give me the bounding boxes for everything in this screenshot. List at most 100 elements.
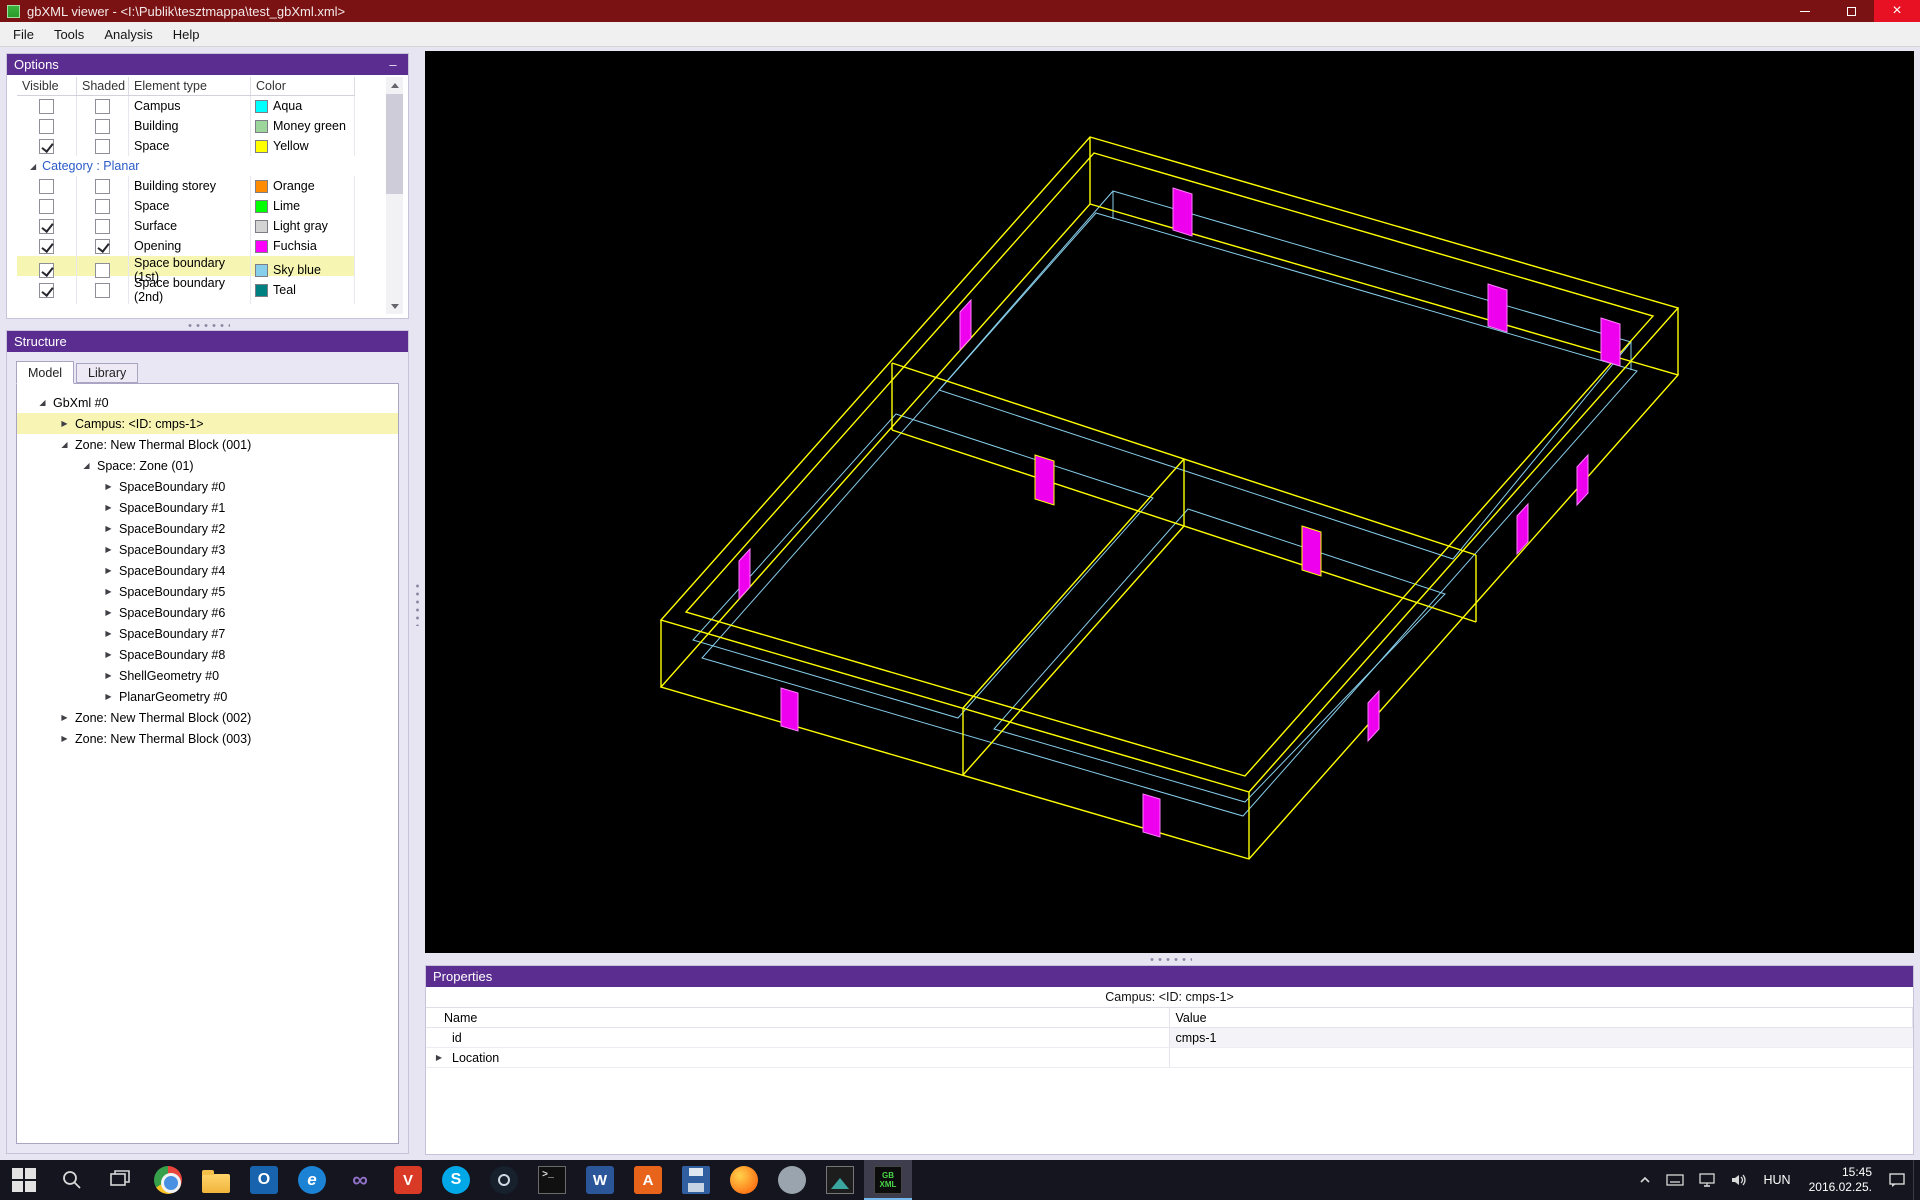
tree-item[interactable]: ▶ PlanarGeometry #0 [17,686,398,707]
options-row[interactable]: Space Yellow [17,136,355,156]
tree-item[interactable]: ▶ SpaceBoundary #4 [17,560,398,581]
menu-item-analysis[interactable]: Analysis [94,22,162,46]
volume-button[interactable] [1723,1160,1755,1200]
tray-overflow-button[interactable] [1631,1160,1659,1200]
visible-checkbox[interactable] [39,282,54,298]
shaded-checkbox[interactable] [95,198,110,214]
tree-item[interactable]: ▶ SpaceBoundary #2 [17,518,398,539]
expand-icon[interactable]: ▶ [57,734,72,743]
expand-icon[interactable]: ▶ [101,671,116,680]
options-row[interactable]: Campus Aqua [17,96,355,116]
shaded-checkbox[interactable] [95,238,110,254]
collapse-icon[interactable]: ◢ [35,398,50,407]
visible-checkbox[interactable] [39,262,54,278]
task-view-button[interactable] [96,1160,144,1200]
expand-icon[interactable]: ▶ [101,545,116,554]
visible-checkbox[interactable] [39,178,54,194]
taskbar-app-gray-app-icon[interactable] [768,1160,816,1200]
menu-item-help[interactable]: Help [163,22,210,46]
options-row[interactable]: Building Money green [17,116,355,136]
menu-item-tools[interactable]: Tools [44,22,94,46]
taskbar-app-visual-studio-icon[interactable]: ∞ [336,1160,384,1200]
tree-item[interactable]: ▶ SpaceBoundary #5 [17,581,398,602]
options-row[interactable]: Opening Fuchsia [17,236,355,256]
taskbar-app-orange-app-icon[interactable]: A [624,1160,672,1200]
tree-item[interactable]: ◢ Space: Zone (01) [17,455,398,476]
options-category-row[interactable]: ◢ Category : Planar [17,156,355,176]
expand-icon[interactable]: ▶ [101,482,116,491]
taskbar-app-browser-icon[interactable]: e [288,1160,336,1200]
viewport-3d[interactable] [425,51,1914,953]
visible-checkbox[interactable] [39,238,54,254]
shaded-checkbox[interactable] [95,218,110,234]
options-scrollbar[interactable] [386,77,403,314]
taskbar-app-gbxml-icon[interactable]: GB XML [864,1160,912,1200]
property-value[interactable] [1170,1048,1914,1067]
tab-model[interactable]: Model [16,361,75,384]
taskbar-app-chrome-icon[interactable] [144,1160,192,1200]
expand-icon[interactable]: ▶ [101,650,116,659]
taskbar-app-outlook-icon[interactable]: O [240,1160,288,1200]
collapse-icon[interactable]: ◢ [79,461,94,470]
tree-item[interactable]: ▶ SpaceBoundary #7 [17,623,398,644]
taskbar-app-folder-icon[interactable] [192,1160,240,1200]
tree-item[interactable]: ▶ Zone: New Thermal Block (002) [17,707,398,728]
collapse-icon[interactable]: ◢ [30,162,36,171]
expand-icon[interactable]: ▶ [57,419,72,428]
minimize-button[interactable] [1782,0,1828,22]
clock[interactable]: 15:45 2016.02.25. [1800,1165,1881,1195]
titlebar[interactable]: gbXML viewer - <I:\Publik\tesztmappa\tes… [0,0,1920,22]
network-button[interactable] [1691,1160,1723,1200]
taskbar-app-firefox-icon[interactable] [720,1160,768,1200]
expand-icon[interactable]: ▶ [101,608,116,617]
taskbar-app-skype-icon[interactable]: S [432,1160,480,1200]
taskbar-app-dark-app-icon[interactable] [480,1160,528,1200]
close-button[interactable] [1874,0,1920,22]
expand-icon[interactable]: ▶ [101,587,116,596]
tree-item[interactable]: ▶ SpaceBoundary #8 [17,644,398,665]
expand-icon[interactable]: ▶ [57,713,72,722]
maximize-button[interactable] [1828,0,1874,22]
shaded-checkbox[interactable] [95,178,110,194]
shaded-checkbox[interactable] [95,118,110,134]
options-row[interactable]: Space boundary (1st) Sky blue [17,256,355,284]
show-desktop-button[interactable] [1913,1160,1920,1200]
tree-item[interactable]: ◢ Zone: New Thermal Block (001) [17,434,398,455]
scroll-down-icon[interactable] [386,298,403,314]
taskbar-app-photos-icon[interactable] [816,1160,864,1200]
shaded-checkbox[interactable] [95,262,110,278]
options-row[interactable]: Space boundary (2nd) Teal [17,276,355,304]
tree-item[interactable]: ▶ SpaceBoundary #6 [17,602,398,623]
expand-icon[interactable]: ▶ [101,566,116,575]
shaded-checkbox[interactable] [95,282,110,298]
tree-item[interactable]: ▶ SpaceBoundary #1 [17,497,398,518]
action-center-button[interactable] [1881,1160,1913,1200]
taskbar-app-terminal-icon[interactable]: >_ [528,1160,576,1200]
tree-item[interactable]: ◢ GbXml #0 [17,392,398,413]
scroll-up-icon[interactable] [386,77,403,93]
property-value[interactable]: cmps-1 [1169,1028,1913,1047]
expand-icon[interactable]: ▶ [101,524,116,533]
shaded-checkbox[interactable] [95,138,110,154]
expand-icon[interactable]: ▶ [101,629,116,638]
search-button[interactable] [48,1160,96,1200]
taskbar-app-red-app-icon[interactable]: V [384,1160,432,1200]
expand-icon[interactable]: ▶ [101,503,116,512]
visible-checkbox[interactable] [39,118,54,134]
options-row[interactable]: Surface Light gray [17,216,355,236]
collapse-icon[interactable]: ◢ [57,440,72,449]
horizontal-splitter[interactable] [6,322,409,328]
collapse-panel-icon[interactable] [385,57,401,72]
tab-library[interactable]: Library [76,363,139,383]
horizontal-splitter[interactable] [425,955,1914,963]
vertical-splitter[interactable] [409,47,425,1160]
visible-checkbox[interactable] [39,98,54,114]
options-row[interactable]: Building storey Orange [17,176,355,196]
tree-item[interactable]: ▶ SpaceBoundary #3 [17,539,398,560]
shaded-checkbox[interactable] [95,98,110,114]
menu-item-file[interactable]: File [3,22,44,46]
taskbar-app-word-app-icon[interactable]: W [576,1160,624,1200]
start-button[interactable] [0,1160,48,1200]
options-row[interactable]: Space Lime [17,196,355,216]
tree-item[interactable]: ▶ Campus: <ID: cmps-1> [17,413,398,434]
